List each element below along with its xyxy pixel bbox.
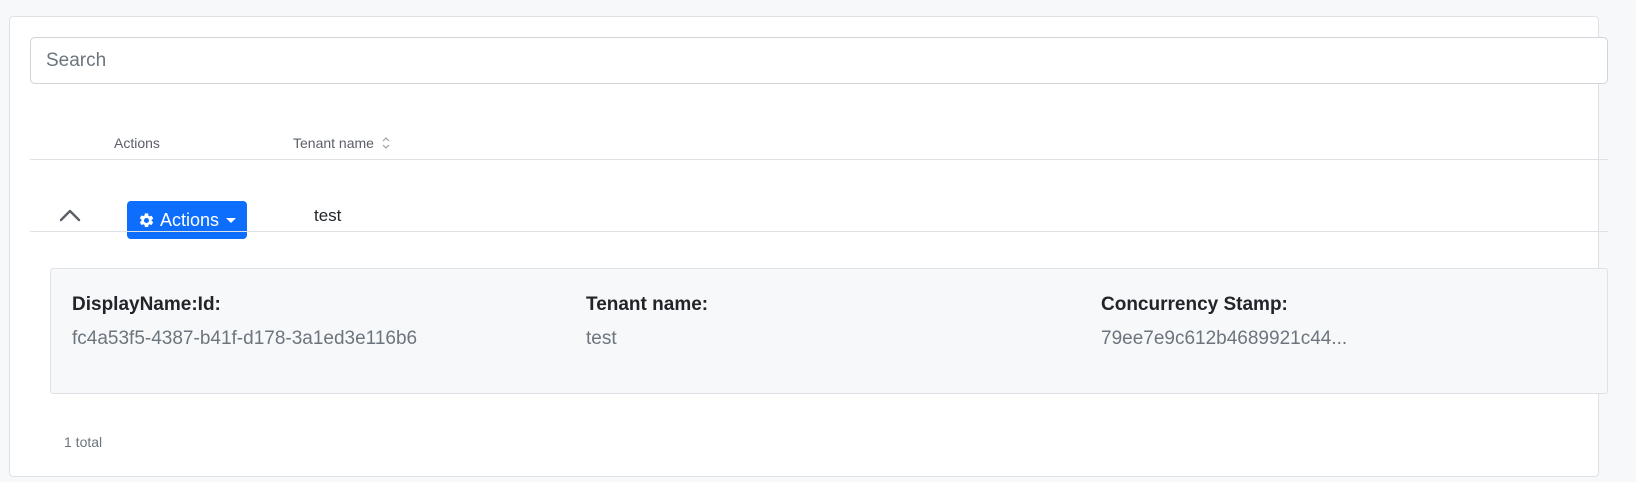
column-header-actions: Actions (114, 134, 160, 152)
detail-label-concurrency-stamp: Concurrency Stamp: (1101, 294, 1288, 315)
row-collapse-toggle[interactable] (56, 203, 84, 227)
actions-button-label: Actions (159, 209, 220, 230)
detail-value-tenant-name: test (586, 328, 617, 349)
column-header-tenant-name[interactable]: Tenant name (293, 134, 390, 152)
chevron-up-icon (59, 209, 81, 222)
tenant-name-cell: test (314, 206, 342, 225)
caret-down-icon (226, 217, 237, 223)
detail-value-id: fc4a53f5-4387-b41f-d178-3a1ed3e116b6 (72, 328, 418, 349)
gear-icon (139, 212, 154, 227)
detail-value-concurrency-stamp: 79ee7e9c612b4689921c44... (1101, 328, 1348, 349)
detail-label-id: DisplayName:Id: (72, 294, 221, 315)
row-divider (30, 231, 1608, 232)
total-count: 1 total (64, 434, 103, 450)
row-detail-panel: DisplayName:Id: fc4a53f5-4387-b41f-d178-… (50, 268, 1608, 394)
search-input[interactable] (30, 37, 1608, 84)
tenants-card: Actions Tenant name Actions test Display… (9, 16, 1608, 477)
column-header-actions-label: Actions (114, 135, 160, 151)
detail-label-tenant-name: Tenant name: (586, 294, 709, 315)
column-header-tenant-name-label: Tenant name (293, 135, 374, 151)
header-divider (30, 159, 1608, 160)
sort-icon (382, 137, 390, 149)
actions-dropdown-button[interactable]: Actions (127, 201, 247, 239)
